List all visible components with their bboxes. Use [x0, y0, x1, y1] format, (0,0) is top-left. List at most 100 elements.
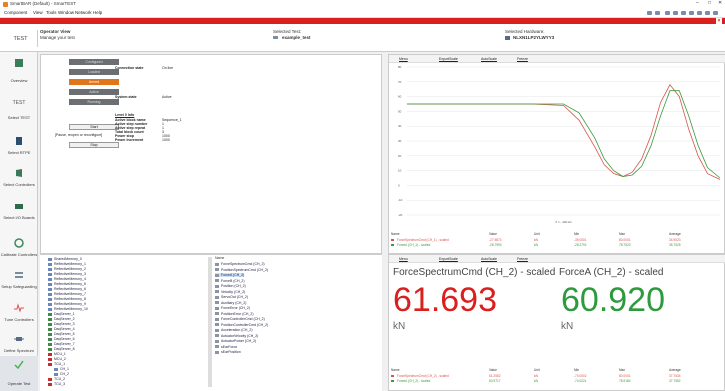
toolbar-icon[interactable] [655, 11, 660, 15]
signal-item[interactable]: ForceA (CH_2) [215, 273, 245, 277]
menu-tools[interactable]: Tools [46, 10, 57, 15]
legend-header: Min [574, 232, 580, 236]
tree-item[interactable]: MCU_2 [48, 357, 66, 361]
state-active: Active [69, 89, 119, 95]
signal-item[interactable]: Acceleration (CH_2) [215, 328, 253, 332]
gauge-freeze-button[interactable]: Freeze [517, 257, 528, 261]
toolbar-icon[interactable] [673, 11, 678, 15]
gauge-menu-button[interactable]: Menu [399, 257, 408, 261]
signal-item[interactable]: sEarForce [215, 345, 237, 349]
tree-item[interactable]: DaqServer_3 [48, 322, 75, 326]
tree-item[interactable]: ReflectiveMemory_3 [48, 272, 86, 276]
tree-item[interactable]: MCU_1 [48, 352, 66, 356]
tree-item[interactable]: DaqServer_2 [48, 317, 75, 321]
legend-header: Max [619, 368, 626, 372]
nav-label: Select TEST [7, 115, 31, 120]
tree-item-label: ReflectiveMemory_10 [54, 307, 88, 311]
toolbar-icon[interactable] [647, 11, 652, 15]
signal-item[interactable]: Auxiliary (CH_2) [215, 301, 246, 305]
signal-item[interactable]: sEarPosition [215, 350, 241, 354]
signal-item[interactable]: ForceControllerCmd (CH_2) [215, 317, 265, 321]
legend-header: Name [391, 368, 400, 372]
tree-item[interactable]: DaqServer_7 [48, 342, 75, 346]
nav-select-test[interactable]: Select TEST [0, 110, 38, 130]
menu-network[interactable]: Network [75, 10, 92, 15]
close-icon[interactable]: ✕ [718, 0, 722, 6]
signal-item[interactable]: PositionSpectrumCmd (CH_2) [215, 268, 268, 272]
minimize-icon[interactable]: – [696, 0, 699, 6]
tree-item-label: DaqServer_5 [54, 332, 75, 336]
nav-select-io-boards[interactable]: Select I/O Boards [0, 195, 38, 235]
signal-item[interactable]: PositionControllerCmd (CH_2) [215, 323, 268, 327]
tree-item[interactable]: DaqServer_4 [48, 327, 75, 331]
tree-item[interactable]: ReflectiveMemory_5 [48, 282, 86, 286]
operator-panel: Configured Loaded Armed Active Running C… [40, 54, 382, 254]
toolbar-icon[interactable] [665, 11, 670, 15]
autoscale-button[interactable]: AutoScale [481, 57, 497, 61]
toolbar-icon[interactable] [689, 11, 694, 15]
maximize-icon[interactable]: □ [708, 0, 711, 6]
tree-node-icon [48, 262, 52, 266]
gauge-title: ForceSpectrumCmd (CH_2) - scaled [393, 267, 556, 278]
tree-item[interactable]: DaqServer_6 [48, 337, 75, 341]
signal-item-label: PositionSpectrumCmd (CH_2) [221, 267, 269, 272]
gauge-export-scale-button[interactable]: ExportScale [439, 257, 458, 261]
signal-item[interactable]: ForceSpectrumCmd (CH_2) [215, 262, 265, 266]
stop-button[interactable]: Stop [69, 142, 119, 148]
signal-item[interactable]: ForceB (CH_2) [215, 279, 245, 283]
signal-icon [215, 306, 219, 310]
tree-item[interactable]: ReflectiveMemory_10 [48, 307, 88, 311]
tree-item[interactable]: ReflectiveMemory_4 [48, 277, 86, 281]
overview-icon [15, 59, 23, 67]
toolbar-icon[interactable] [713, 11, 718, 15]
nav-test[interactable]: TEST [0, 97, 38, 111]
tree-item[interactable]: TCU_3 [48, 382, 65, 386]
selected-hardware-value: NLXN1LP2YLWYY3 [513, 35, 555, 40]
signal-item[interactable]: PositionError (CH_2) [215, 312, 253, 316]
freeze-button[interactable]: Freeze [517, 57, 528, 61]
tree-scrollbar[interactable] [208, 257, 212, 387]
tree-item[interactable]: ReflectiveMemory_7 [48, 292, 86, 296]
signal-item[interactable]: ServoOut (CH_2) [215, 295, 248, 299]
nav-operate-test[interactable]: Operate Test [0, 356, 38, 391]
tree-item[interactable]: ReflectiveMemory_2 [48, 267, 86, 271]
signal-item[interactable]: ActuatorVelocity (CH_2) [215, 334, 258, 338]
menu-bar: Component View Tools Window Network Help [0, 8, 725, 18]
tree-item[interactable]: DaqServer_1 [48, 312, 75, 316]
menu-help[interactable]: Help [93, 10, 102, 15]
toolbar-icon[interactable] [705, 11, 710, 15]
tree-item[interactable]: CH_1 [54, 367, 69, 371]
rtpe-icon [16, 137, 22, 145]
tree-item[interactable]: ReflectiveMemory_9 [48, 302, 86, 306]
toolbar-icon[interactable] [681, 11, 686, 15]
menu-component[interactable]: Component [4, 10, 27, 15]
legend-cell: -39.0001 [574, 238, 587, 242]
signal-item[interactable]: Velocity (CH_2) [215, 290, 245, 294]
signal-item-label: Position (CH_2) [221, 284, 246, 288]
toolbar-icon[interactable] [697, 11, 702, 15]
tree-item[interactable]: DaqServer_8 [48, 347, 75, 351]
menu-view[interactable]: View [33, 10, 43, 15]
tree-item[interactable]: SharedMemory_0 [48, 257, 82, 261]
tree-item[interactable]: ReflectiveMemory_8 [48, 297, 86, 301]
tree-item[interactable]: TCU_2 [48, 377, 65, 381]
tree-item[interactable]: ReflectiveMemory_6 [48, 287, 86, 291]
menu-window[interactable]: Window [58, 10, 74, 15]
tree-node-icon [48, 257, 52, 261]
chart-menu-button[interactable]: Menu [399, 57, 408, 61]
y-tick-label: 50 [398, 109, 402, 113]
gauge-autoscale-button[interactable]: AutoScale [481, 257, 497, 261]
signal-item[interactable]: ActuatorPower (CH_2) [215, 339, 256, 343]
nav-overview[interactable]: Overview [0, 52, 38, 92]
tree-item[interactable]: TCU_1 [48, 362, 65, 366]
tree-item[interactable]: DaqServer_5 [48, 332, 75, 336]
tree-node-icon [48, 307, 52, 311]
start-button[interactable]: Start [69, 124, 119, 130]
test-button[interactable]: TEST [4, 30, 38, 47]
signal-item[interactable]: ForceError (CH_2) [215, 306, 250, 310]
signal-item[interactable]: Position (CH_2) [215, 284, 246, 288]
export-scale-button[interactable]: ExportScale [439, 57, 458, 61]
tree-item[interactable]: CH_2 [54, 372, 69, 376]
tree-item[interactable]: ReflectiveMemory_1 [48, 262, 86, 266]
legend-cell: -27.9873 [489, 238, 502, 242]
